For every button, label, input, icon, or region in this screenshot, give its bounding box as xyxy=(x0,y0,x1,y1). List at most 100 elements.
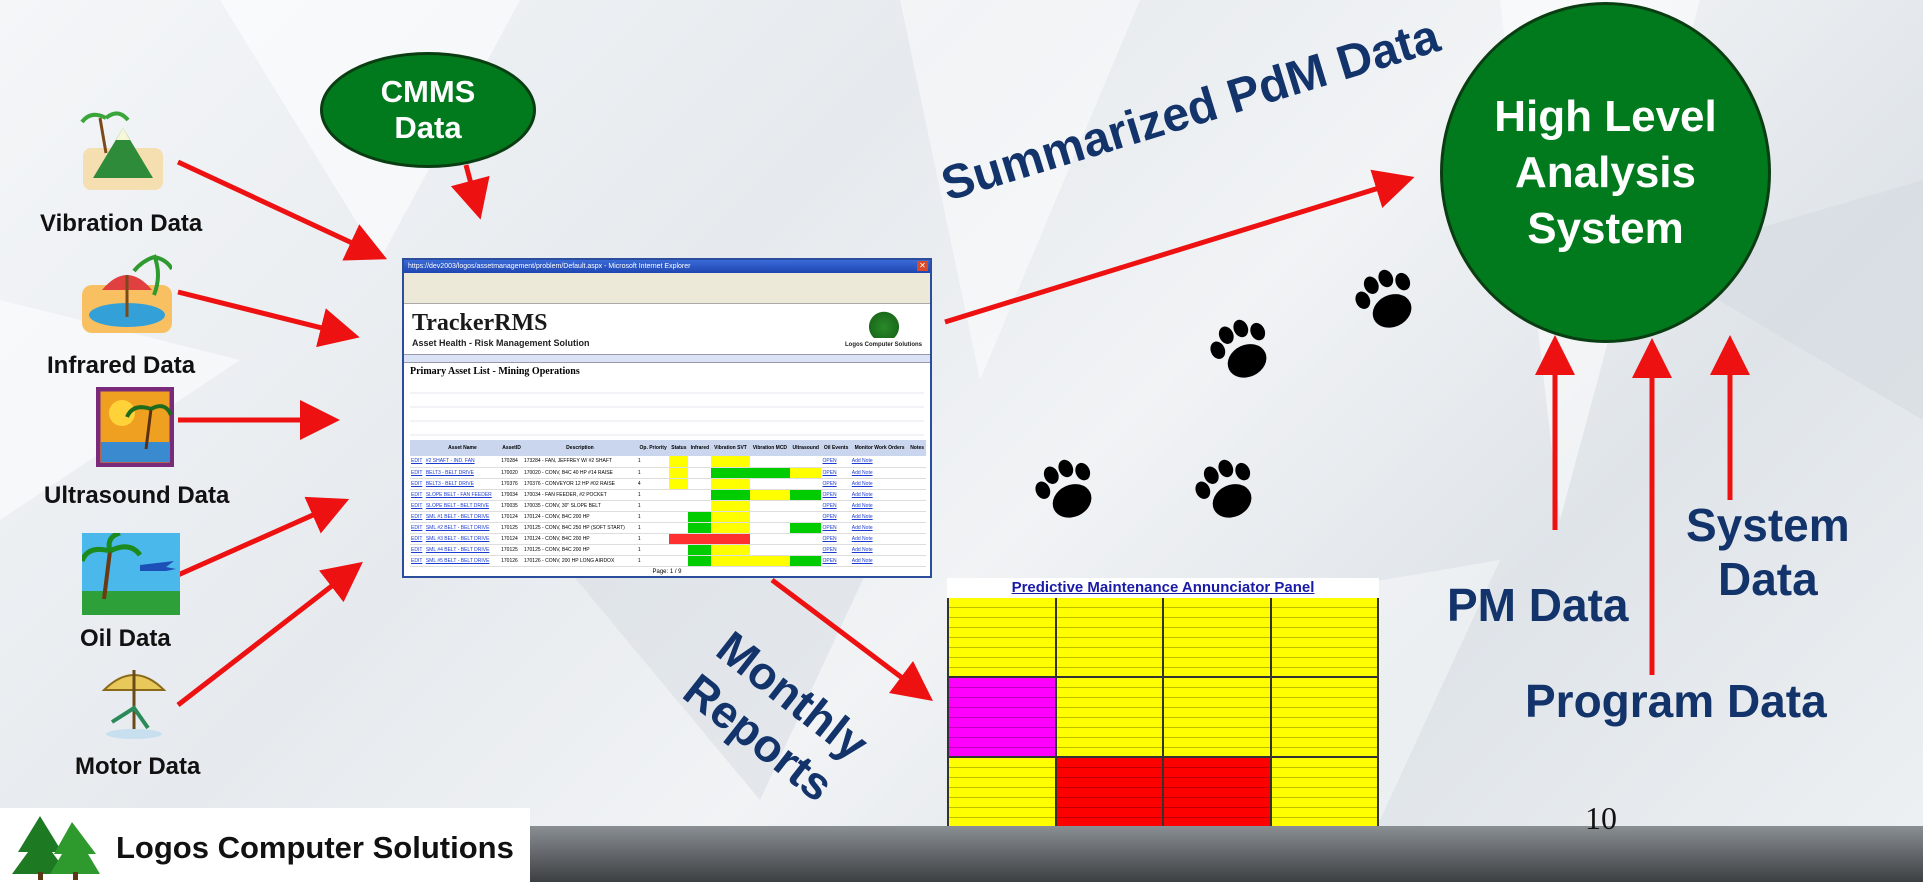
col-header xyxy=(410,440,425,456)
window-titlebar: https://dev2003/logos/assetmanagement/pr… xyxy=(404,260,930,273)
annunciator-tile xyxy=(1164,598,1270,676)
arrow-motor xyxy=(176,561,363,707)
tree-logo-icon xyxy=(12,816,100,880)
page-number: 10 xyxy=(1585,800,1617,836)
add-note-link[interactable]: Add Note xyxy=(851,467,909,478)
open-link[interactable]: OPEN xyxy=(821,533,850,544)
edit-link[interactable]: EDIT xyxy=(410,533,425,544)
asset-list-heading: Primary Asset List - Mining Operations xyxy=(410,366,580,377)
table-cell[interactable]: #2 SHAFT - IND. FAN xyxy=(425,456,500,467)
col-header: Status xyxy=(671,445,687,451)
status-cell xyxy=(711,511,750,522)
status-cell xyxy=(749,467,791,478)
open-link[interactable]: OPEN xyxy=(821,478,850,489)
table-cell: 1 xyxy=(637,469,641,476)
table-cell[interactable]: SML #4 BELT - BELT DRIVE xyxy=(425,544,500,555)
table-row: EDIT BELT3 - BELT DRIVE 170376 170376 - CON… xyxy=(410,478,926,489)
table-cell: 170125 - CONV, B4C 200 HP xyxy=(523,546,590,553)
annunciator-tile xyxy=(1271,598,1377,676)
table-cell[interactable]: SML #3 BELT - BELT DRIVE xyxy=(425,533,500,544)
annunciator-tile xyxy=(1271,758,1377,836)
source-label-oil: Oil Data xyxy=(80,625,171,652)
open-link[interactable]: OPEN xyxy=(821,555,850,566)
table-cell: 170376 - CONVEYOR 12 HP #02 RAISE xyxy=(523,480,616,487)
open-link[interactable]: OPEN xyxy=(821,456,850,467)
status-cell xyxy=(750,500,790,511)
status-cell xyxy=(688,533,712,544)
table-cell[interactable]: SLOPE BELT - BELT DRIVE xyxy=(425,500,500,511)
open-link[interactable]: OPEN xyxy=(821,489,850,500)
edit-link[interactable]: EDIT xyxy=(410,555,425,566)
table-cell: 1 xyxy=(637,557,641,564)
status-cell xyxy=(669,478,689,489)
status-cell xyxy=(688,456,711,467)
add-note-link[interactable]: Add Note xyxy=(851,500,909,511)
system-line1: System xyxy=(1686,499,1850,551)
add-note-link[interactable]: Add Note xyxy=(851,456,909,467)
open-link[interactable]: OPEN xyxy=(821,544,850,555)
close-icon[interactable]: ✕ xyxy=(917,261,928,271)
system-line2: Data xyxy=(1717,553,1818,605)
add-note-link[interactable]: Add Note xyxy=(851,533,909,544)
col-header: Op. Priority xyxy=(639,445,667,451)
edit-link[interactable]: EDIT xyxy=(410,522,425,533)
arrow-vibration xyxy=(176,159,388,261)
table-cell[interactable]: SML #1 BELT - BELT DRIVE xyxy=(425,511,500,522)
status-cell xyxy=(669,522,688,533)
cmms-line1: CMMS xyxy=(380,74,476,109)
table-cell: 170125 xyxy=(501,524,518,531)
open-link[interactable]: OPEN xyxy=(821,467,850,478)
open-link[interactable]: OPEN xyxy=(821,500,850,511)
pm-data-label: PM Data xyxy=(1447,579,1629,631)
col-header: Description xyxy=(566,445,594,451)
table-cell[interactable]: SLOPE BELT - FAN FEEDER xyxy=(425,489,500,500)
tracker-subtitle: Asset Health - Risk Management Solution xyxy=(412,338,590,348)
edit-link[interactable]: EDIT xyxy=(410,456,425,467)
table-cell[interactable]: SML #5 BELT - BELT DRIVE xyxy=(425,555,500,566)
hlas-line2: Analysis xyxy=(1515,147,1696,197)
add-note-link[interactable]: Add Note xyxy=(851,555,909,566)
edit-link[interactable]: EDIT xyxy=(410,489,425,500)
table-cell: 170124 - CONV, B4C 200 HP xyxy=(523,513,590,520)
footer-company-name: Logos Computer Solutions xyxy=(116,830,514,865)
add-note-link[interactable]: Add Note xyxy=(851,544,909,555)
system-data-label: System Data xyxy=(1686,498,1850,606)
palm-airplane-icon xyxy=(82,533,180,615)
paw-print-icon xyxy=(1035,459,1092,518)
annunciator-tile xyxy=(1164,678,1270,756)
edit-link[interactable]: EDIT xyxy=(410,544,425,555)
table-cell: 1 xyxy=(637,502,641,509)
status-cell xyxy=(750,544,790,555)
hlas-line1: High Level xyxy=(1494,91,1717,141)
annunciator-tile xyxy=(949,678,1055,756)
status-cell xyxy=(711,555,750,566)
table-pager[interactable]: Page: 1 / 9 xyxy=(404,569,930,575)
table-cell[interactable]: BELT3 - BELT DRIVE xyxy=(425,467,500,478)
table-row: EDIT #2 SHAFT - IND. FAN 170284 173284 - FA… xyxy=(410,456,926,467)
edit-link[interactable]: EDIT xyxy=(410,511,425,522)
paw-print-icon xyxy=(1195,459,1252,518)
open-link[interactable]: OPEN xyxy=(821,522,850,533)
table-cell[interactable]: SML #2 BELT - BELT DRIVE xyxy=(425,522,500,533)
arrow-cmms xyxy=(450,164,490,220)
annunciator-tile xyxy=(1271,678,1377,756)
window-title: https://dev2003/logos/assetmanagement/pr… xyxy=(408,263,691,270)
edit-link[interactable]: EDIT xyxy=(410,478,425,489)
open-link[interactable]: OPEN xyxy=(821,511,850,522)
add-note-link[interactable]: Add Note xyxy=(851,489,909,500)
table-cell[interactable]: BELT3 - BELT DRIVE xyxy=(425,478,500,489)
col-header: AssetID xyxy=(502,445,521,451)
status-cell xyxy=(790,456,821,467)
high-level-analysis-node: High Level Analysis System xyxy=(1440,2,1771,343)
table-cell: 170034 - FAN FEEDER, #2 POCKET xyxy=(523,491,607,498)
status-cell xyxy=(790,522,822,533)
status-cell xyxy=(790,489,822,500)
table-cell: 170034 xyxy=(501,491,518,498)
edit-link[interactable]: EDIT xyxy=(410,467,425,478)
sunset-palm-icon xyxy=(96,387,174,467)
status-cell xyxy=(669,544,688,555)
edit-link[interactable]: EDIT xyxy=(410,500,425,511)
add-note-link[interactable]: Add Note xyxy=(851,478,909,489)
add-note-link[interactable]: Add Note xyxy=(851,522,909,533)
add-note-link[interactable]: Add Note xyxy=(851,511,909,522)
